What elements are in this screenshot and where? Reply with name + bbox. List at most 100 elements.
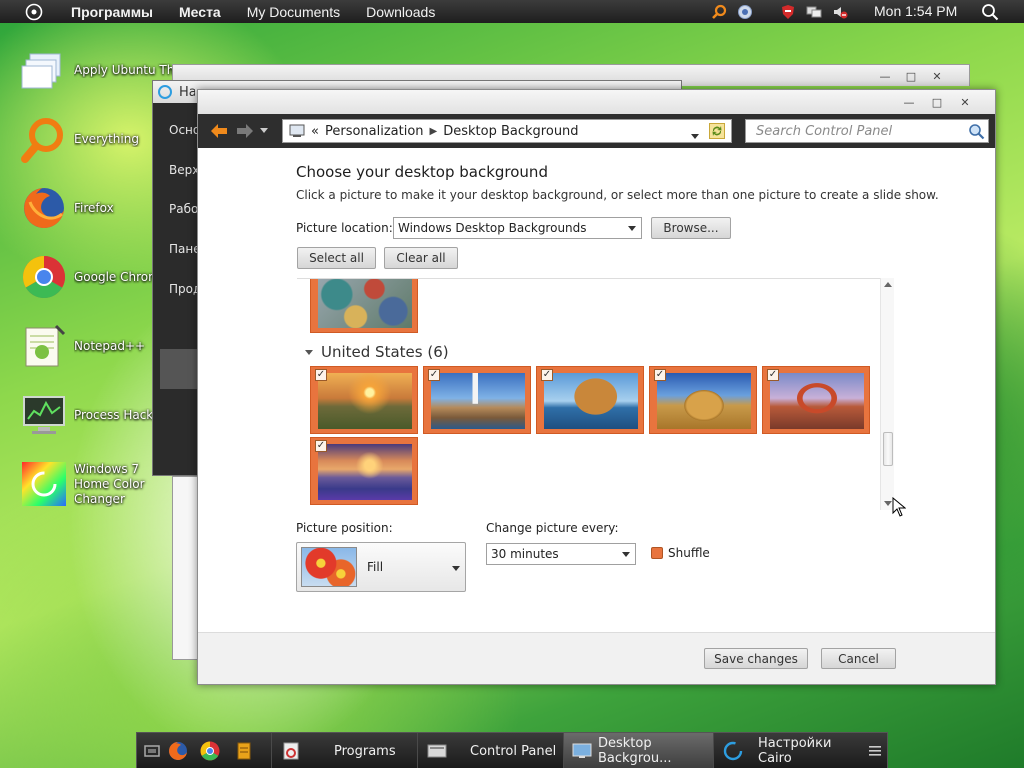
checkbox-checked[interactable]: ✓ (654, 369, 666, 381)
breadcrumb-desktop-background[interactable]: Desktop Background (443, 124, 578, 139)
gallery-scrollbar[interactable] (880, 278, 894, 510)
minimize-icon[interactable]: — (879, 70, 891, 83)
globe-tray-icon[interactable] (737, 4, 753, 20)
search-icon (20, 115, 68, 163)
task-label: Control Panel (470, 743, 557, 759)
minimize-icon[interactable]: — (903, 96, 915, 109)
picture-position-select[interactable]: Fill (296, 542, 466, 592)
tray-search-tool[interactable] (711, 0, 727, 23)
checkbox-checked[interactable]: ✓ (541, 369, 553, 381)
thumbnail-us-3[interactable]: ✓ (536, 366, 644, 434)
save-changes-button[interactable]: Save changes (704, 648, 808, 669)
wallpaper-image (318, 279, 412, 328)
forward-arrow-icon[interactable] (236, 122, 254, 140)
menu-my-documents[interactable]: My Documents (234, 4, 353, 20)
clear-all-button[interactable]: Clear all (384, 247, 458, 269)
volume-muted-tray-icon[interactable] (832, 4, 848, 20)
panel-search-icon[interactable] (981, 3, 999, 24)
group-header-united-states[interactable]: United States (6) (305, 343, 449, 361)
notes-icon[interactable] (233, 740, 255, 762)
window-footer: Save changes Cancel (198, 632, 995, 684)
checkbox-checked[interactable]: ✓ (315, 369, 327, 381)
back-arrow-icon[interactable] (210, 122, 228, 140)
chevron-down-icon (622, 552, 630, 557)
wallpaper-image (657, 373, 751, 429)
thumbnail-us-5[interactable]: ✓ (762, 366, 870, 434)
scroll-up-arrow-icon[interactable] (884, 282, 892, 287)
group-title-text: United States (6) (321, 343, 449, 361)
task-programs[interactable]: Programs (271, 733, 417, 768)
checkbox-checked[interactable]: ✓ (428, 369, 440, 381)
task-desktop-background[interactable]: Desktop Backgrou... (563, 733, 713, 768)
thumbnail-us-1[interactable]: ✓ (310, 366, 418, 434)
breadcrumb-root[interactable]: « (311, 124, 319, 139)
search-icon[interactable] (968, 123, 985, 144)
thumbnail-us-2[interactable]: ✓ (423, 366, 531, 434)
shuffle-label: Shuffle (668, 546, 710, 560)
control-panel-icon (289, 123, 305, 139)
menu-programs[interactable]: Программы (58, 4, 166, 20)
shuffle-checkbox-box[interactable] (651, 547, 663, 559)
picture-gallery[interactable]: United States (6) ✓ ✓ ✓ ✓ ✓ ✓ (297, 278, 893, 510)
wallpaper-image (770, 373, 864, 429)
maximize-icon[interactable]: □ (905, 70, 917, 83)
picture-location-label: Picture location: (296, 221, 393, 235)
mouse-cursor-icon (892, 496, 907, 520)
applications-menu-icon[interactable] (24, 2, 44, 22)
maximize-icon[interactable]: □ (931, 96, 943, 109)
breadcrumb-personalization[interactable]: Personalization (325, 124, 424, 139)
menu-downloads[interactable]: Downloads (353, 4, 448, 20)
shield-tray-icon[interactable] (780, 4, 796, 20)
chrome-icon[interactable] (199, 740, 221, 762)
firefox-icon[interactable] (167, 740, 189, 762)
thumbnail-us-6[interactable]: ✓ (310, 437, 418, 505)
cairo-nav-item[interactable]: Осно (169, 123, 200, 137)
picture-position-label: Picture position: (296, 521, 393, 535)
scrollbar-thumb[interactable] (883, 432, 893, 466)
cancel-button[interactable]: Cancel (821, 648, 896, 669)
desktop-background-icon (572, 740, 592, 762)
clock[interactable]: Mon 1:54 PM (874, 3, 957, 19)
search-control-panel-input[interactable]: Search Control Panel (745, 119, 989, 143)
address-bar[interactable]: « Personalization ▶ Desktop Background (282, 119, 732, 143)
history-chevron-down-icon[interactable] (258, 122, 270, 140)
breadcrumb-separator-icon[interactable]: ▶ (430, 126, 438, 137)
checkbox-checked[interactable]: ✓ (315, 440, 327, 452)
task-cairo-settings[interactable]: Настройки Cairo (713, 733, 861, 768)
everything-tray-icon[interactable] (711, 4, 727, 20)
thumbnail-us-4[interactable]: ✓ (649, 366, 757, 434)
refresh-icon[interactable] (709, 123, 725, 143)
cairo-nav-item[interactable]: Верх (169, 163, 199, 177)
picture-location-select[interactable]: Windows Desktop Backgrounds (393, 217, 642, 239)
cairo-nav-item[interactable]: Рабо (169, 202, 198, 216)
show-desktop-icon[interactable] (141, 740, 163, 762)
close-icon[interactable]: ✕ (931, 70, 943, 83)
color-changer-icon (20, 460, 68, 508)
collapse-triangle-icon[interactable] (305, 349, 313, 355)
change-picture-interval-select[interactable]: 30 minutes (486, 543, 636, 565)
address-dropdown-icon[interactable] (691, 129, 699, 144)
taskbar: Programs Control Panel Desktop Backgrou.… (136, 732, 888, 768)
taskbar-menu-icon[interactable] (865, 741, 885, 763)
shuffle-checkbox[interactable]: Shuffle (651, 546, 710, 560)
task-control-panel[interactable]: Control Panel (417, 733, 563, 768)
page-description: Click a picture to make it your desktop … (296, 188, 939, 202)
network-tray-icon[interactable] (806, 4, 822, 20)
thumbnail-previous-group[interactable] (310, 279, 418, 333)
desktop-icon-label: Apply Ubuntu Theme (74, 62, 174, 77)
main-titlebar[interactable]: — □ ✕ (198, 90, 995, 114)
checkbox-checked[interactable]: ✓ (767, 369, 779, 381)
wallpaper-image (318, 444, 412, 500)
close-icon[interactable]: ✕ (959, 96, 971, 109)
cairo-nav-item[interactable]: Пане (169, 242, 201, 256)
search-placeholder: Search Control Panel (756, 123, 893, 139)
scroll-down-arrow-icon[interactable] (884, 501, 892, 506)
flower-preview-icon (301, 547, 357, 587)
theme-icon (20, 46, 68, 94)
select-all-button[interactable]: Select all (297, 247, 376, 269)
menu-places[interactable]: Места (166, 4, 234, 20)
picture-position-value: Fill (367, 560, 384, 574)
browse-button[interactable]: Browse... (651, 217, 731, 239)
desktop-background-window[interactable]: — □ ✕ « Personalization ▶ Desktop Backgr… (197, 89, 996, 685)
change-picture-every-label: Change picture every: (486, 521, 619, 535)
